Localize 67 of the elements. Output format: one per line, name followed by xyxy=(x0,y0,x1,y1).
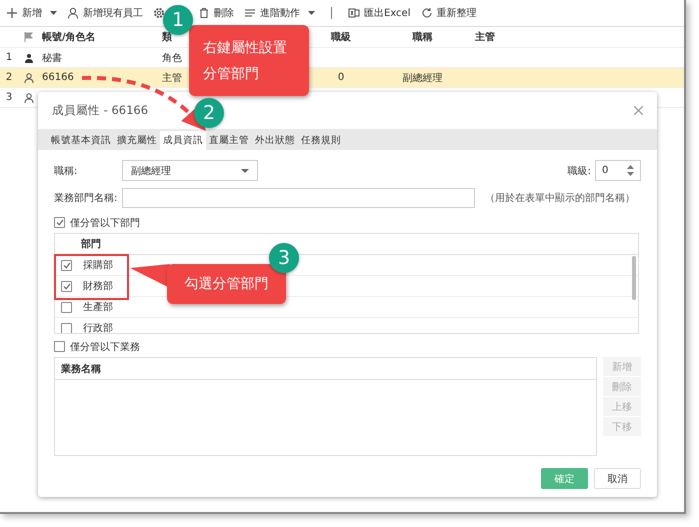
people-icon xyxy=(24,52,34,62)
toolbar-button[interactable]: 新增現有員工 xyxy=(67,6,143,20)
person-icon xyxy=(24,92,34,102)
check-icon xyxy=(62,282,70,290)
table-cell-text: 副總經理 xyxy=(402,72,442,84)
checkbox[interactable] xyxy=(61,302,72,312)
tab[interactable]: 成員資訊 xyxy=(160,131,206,150)
spinner-arrows-icon xyxy=(627,165,634,176)
caret-icon xyxy=(241,168,249,172)
row-number: 3 xyxy=(4,92,14,103)
toolbar-button[interactable]: 刪除 xyxy=(198,6,234,20)
spreadsheet-icon xyxy=(348,7,360,19)
field-label: 職稱: xyxy=(54,164,78,178)
hint-text: （用於在表單中顯示的部門名稱） xyxy=(485,192,635,204)
trash-icon xyxy=(198,7,210,19)
checkbox[interactable] xyxy=(61,322,72,333)
column-header[interactable]: 帳號/角色名 xyxy=(42,30,96,44)
tab[interactable]: 擴充屬性 xyxy=(114,131,160,150)
flag-icon xyxy=(24,32,34,42)
plus-icon xyxy=(6,7,18,19)
refresh-icon xyxy=(420,7,432,19)
checkbox[interactable] xyxy=(61,260,72,270)
toolbar-button[interactable]: 匯出Excel xyxy=(348,6,410,20)
toolbar-button[interactable]: 進階動作 xyxy=(244,6,315,20)
column-header: 部門 xyxy=(81,238,101,251)
table-cell-text: 主管 xyxy=(162,72,182,84)
row-number: 1 xyxy=(4,52,14,63)
table-cell-text: 角色 xyxy=(162,52,182,64)
gear-icon[interactable] xyxy=(153,7,165,19)
table-cell-text: 採購部 xyxy=(83,258,113,272)
dialog-title: 成員屬性 - 66166 xyxy=(52,103,148,118)
close-icon xyxy=(634,106,643,115)
table-cell: 0 xyxy=(338,72,344,83)
tab[interactable]: 外出狀態 xyxy=(252,131,298,150)
checkbox[interactable] xyxy=(54,217,65,228)
field-label: 職級: xyxy=(568,164,591,178)
level-spinner[interactable]: 0 xyxy=(595,160,641,181)
checkbox[interactable] xyxy=(61,280,72,292)
list-icon xyxy=(244,7,256,19)
field-label: 業務部門名稱: xyxy=(54,192,118,204)
checkbox-label: 僅分管以下部門 xyxy=(70,216,140,230)
check-icon xyxy=(62,262,70,268)
callout-tooltip: 右鍵屬性設置 分管部門 xyxy=(189,25,309,96)
table-cell-text: 財務部 xyxy=(83,280,113,293)
cancel-button[interactable]: 取消 xyxy=(594,468,641,489)
scrollbar[interactable] xyxy=(632,256,636,300)
column-header[interactable]: 主管 xyxy=(475,30,495,44)
toolbar-button[interactable]: 新增 xyxy=(6,6,57,20)
table-cell-text: 行政部 xyxy=(83,322,113,333)
table-cell: 66166 xyxy=(42,72,74,83)
checkbox-label: 僅分管以下業務 xyxy=(70,340,140,354)
text-field[interactable] xyxy=(122,188,475,208)
checkbox[interactable] xyxy=(54,341,65,352)
column-header[interactable]: 職級 xyxy=(331,30,351,44)
column-header[interactable]: 職稱 xyxy=(412,30,432,44)
tab[interactable]: 帳號基本資訊 xyxy=(48,131,114,150)
table-cell-text: 生產部 xyxy=(83,300,113,314)
table-cell-text: 秘書 xyxy=(42,52,62,64)
toolbar-button[interactable]: 重新整理 xyxy=(420,6,476,20)
column-header: 業務名稱 xyxy=(61,362,101,376)
tab[interactable]: 直屬主管 xyxy=(206,131,252,150)
person-icon xyxy=(67,7,79,19)
check-icon xyxy=(56,219,64,226)
title-dropdown[interactable]: 副總經理 xyxy=(122,160,258,181)
person-icon xyxy=(24,72,34,82)
tab[interactable]: 任務規則 xyxy=(298,131,344,150)
row-number: 2 xyxy=(4,72,14,83)
